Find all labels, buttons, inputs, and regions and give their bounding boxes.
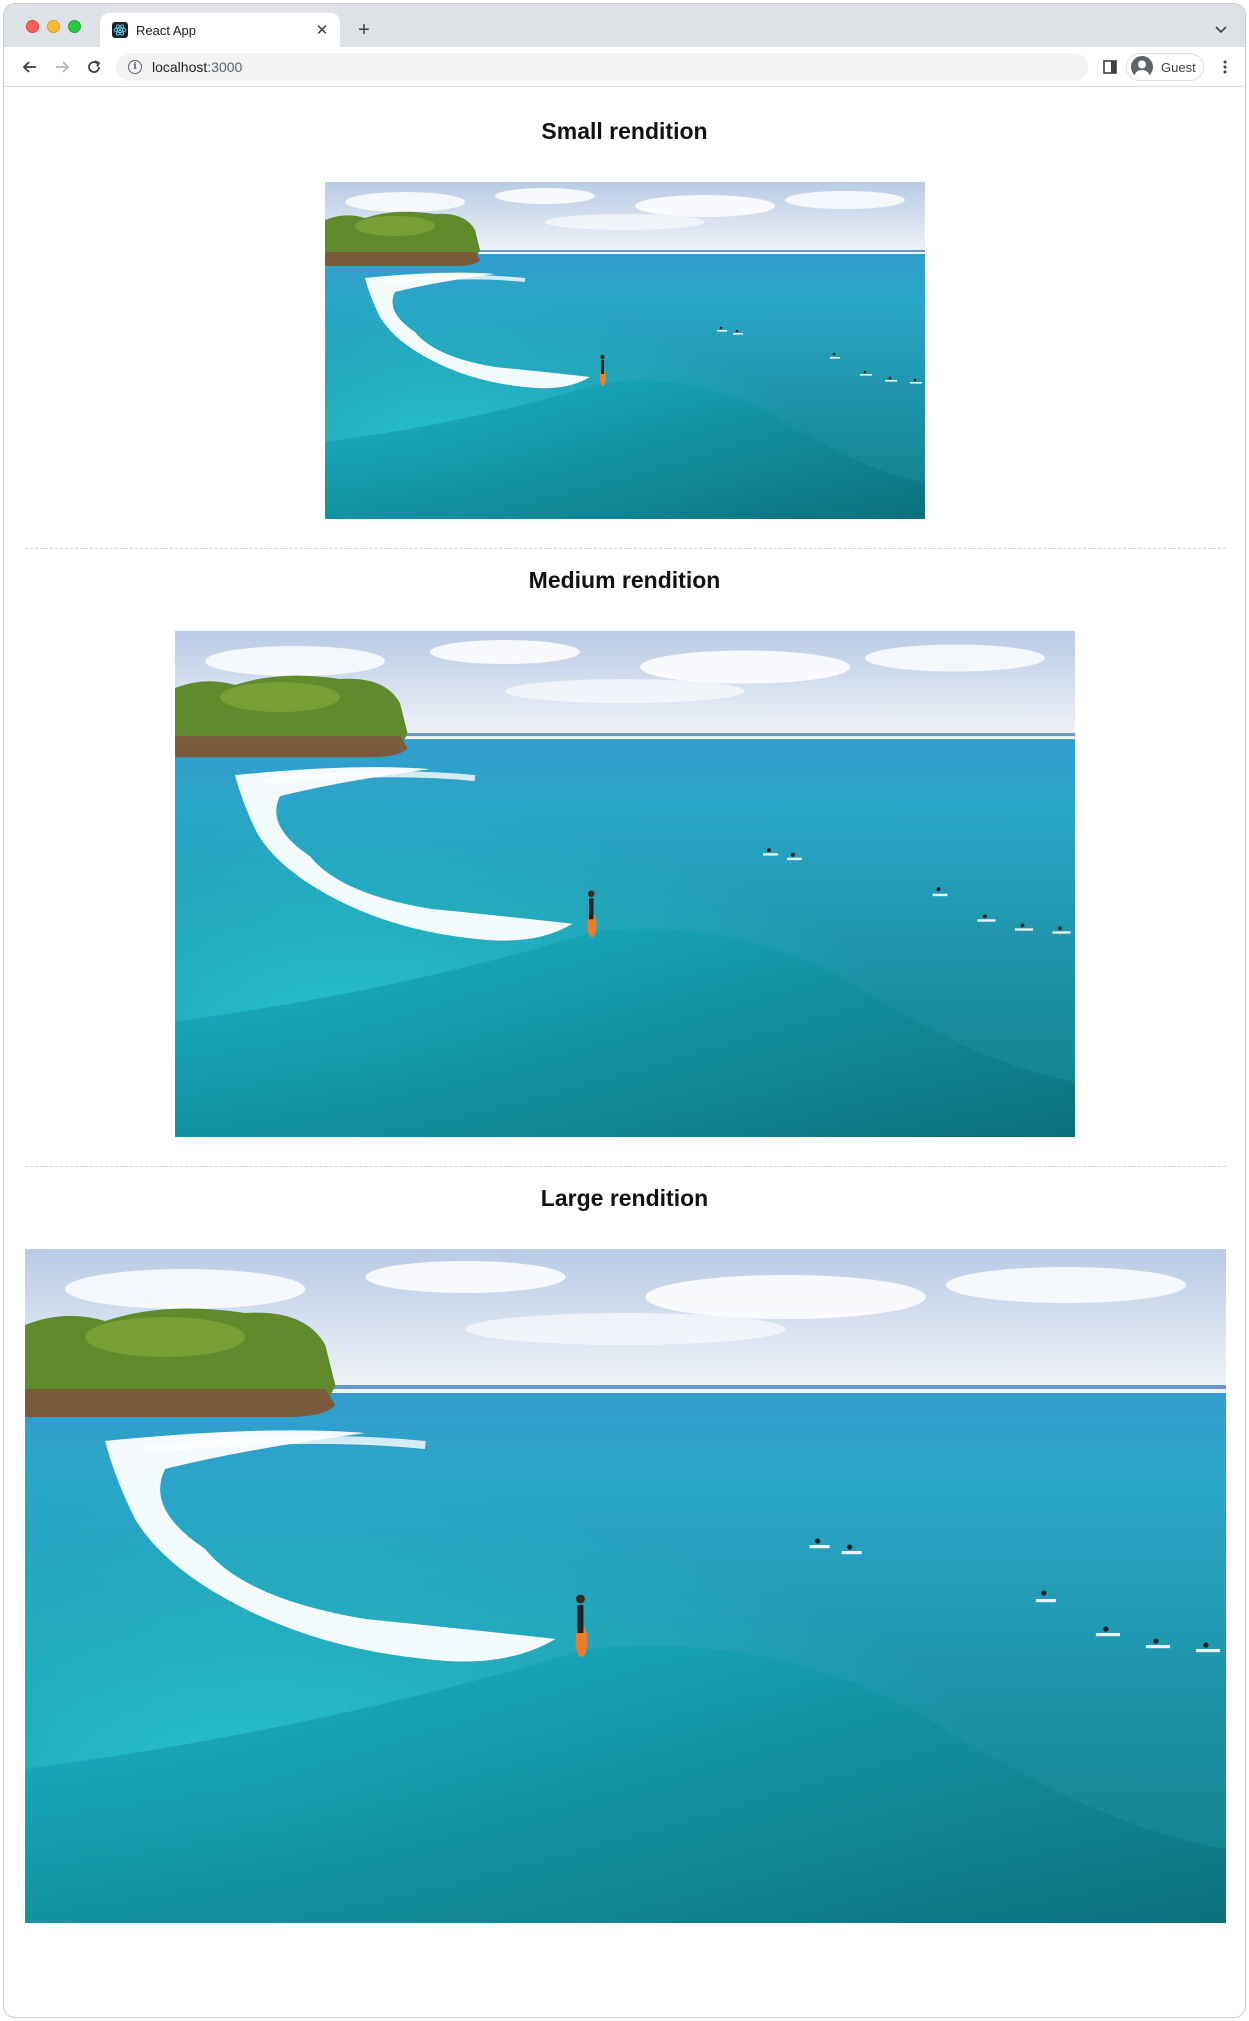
- url-text: localhost:3000: [152, 59, 243, 75]
- avatar: [1131, 56, 1153, 78]
- surfer-wave-photo-small: [325, 182, 925, 519]
- info-icon[interactable]: i: [128, 60, 142, 74]
- forward-arrow-icon[interactable]: [50, 55, 74, 79]
- address-bar[interactable]: i localhost:3000: [116, 53, 1088, 81]
- section-divider: [25, 1166, 1226, 1167]
- minimize-window-button[interactable]: [47, 20, 60, 33]
- section-divider: [25, 548, 1226, 549]
- side-panel-icon[interactable]: [1100, 57, 1120, 77]
- section-title-small: Small rendition: [541, 118, 708, 144]
- tab-strip: React App ✕ +: [4, 4, 1245, 47]
- browser-window: React App ✕ + i localhost:3000 Guest Sma…: [3, 3, 1246, 2018]
- tab-react-app[interactable]: React App ✕: [100, 13, 340, 47]
- browser-toolbar: i localhost:3000 Guest: [4, 47, 1245, 87]
- close-icon[interactable]: ✕: [312, 20, 332, 40]
- zoom-window-button[interactable]: [68, 20, 81, 33]
- profile-button[interactable]: Guest: [1126, 53, 1204, 81]
- more-menu-icon[interactable]: [1215, 57, 1235, 77]
- chevron-down-icon[interactable]: [1211, 20, 1231, 40]
- surfer-wave-image: [25, 1249, 1226, 1923]
- surfer-wave-photo-large: [25, 1249, 1226, 1923]
- window-controls: [26, 20, 81, 33]
- tab-title: React App: [136, 22, 196, 38]
- react-icon: [112, 22, 128, 38]
- section-title-medium: Medium rendition: [528, 567, 721, 593]
- close-window-button[interactable]: [26, 20, 39, 33]
- page-content: Small rendition Medium rendition Large r…: [4, 88, 1245, 2017]
- reload-icon[interactable]: [82, 55, 106, 79]
- new-tab-button[interactable]: +: [352, 18, 376, 42]
- surfer-wave-photo-medium: [175, 631, 1075, 1137]
- profile-label: Guest: [1161, 59, 1196, 75]
- section-title-large: Large rendition: [540, 1185, 709, 1211]
- back-arrow-icon[interactable]: [18, 55, 42, 79]
- surfer-wave-image: [175, 631, 1075, 1137]
- surfer-wave-image: [325, 182, 925, 519]
